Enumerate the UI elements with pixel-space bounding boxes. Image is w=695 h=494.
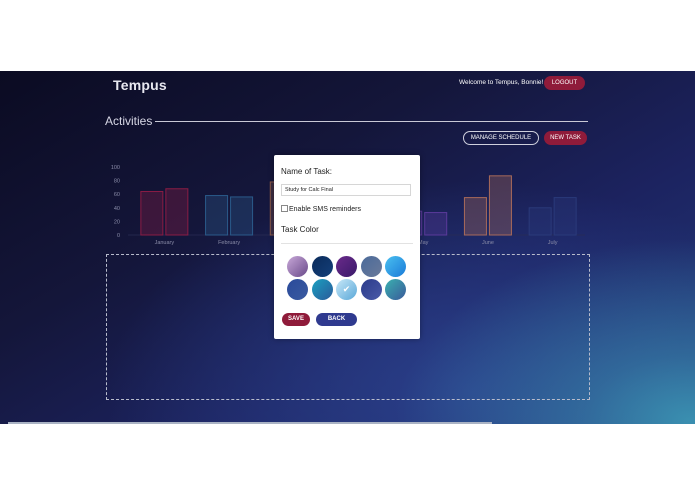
- back-button[interactable]: BACK: [316, 313, 357, 326]
- y-tick-label: 100: [111, 165, 120, 171]
- color-swatch[interactable]: [360, 256, 382, 277]
- color-swatch[interactable]: [311, 279, 333, 300]
- color-swatch[interactable]: [311, 256, 333, 277]
- bar-february-2: [230, 196, 254, 236]
- bar-july-1: [528, 207, 552, 236]
- x-tick-label: January: [155, 240, 175, 246]
- x-tick-label: June: [482, 240, 494, 246]
- color-swatch[interactable]: [360, 279, 382, 300]
- color-swatch[interactable]: [287, 256, 308, 277]
- sms-reminder-checkbox[interactable]: [281, 205, 288, 212]
- color-swatch[interactable]: [287, 279, 308, 300]
- scroll-indicator: [8, 422, 492, 424]
- color-swatch[interactable]: [336, 256, 357, 277]
- y-tick-label: 40: [114, 206, 120, 212]
- x-tick-label: July: [548, 240, 558, 246]
- check-icon: ✔: [342, 284, 351, 294]
- bar-june-1: [463, 197, 487, 236]
- bar-may-2: [424, 212, 448, 236]
- new-task-modal: Name of Task: Study for Calc Final Enabl…: [274, 155, 420, 339]
- task-name-input[interactable]: Study for Calc Final: [281, 184, 411, 196]
- y-tick-label: 60: [114, 192, 120, 198]
- y-tick-label: 80: [114, 179, 120, 185]
- bar-july-2: [553, 197, 577, 236]
- task-color-title: Task Color: [281, 225, 319, 234]
- y-tick-label: 0: [117, 233, 120, 239]
- color-swatch[interactable]: [385, 279, 406, 300]
- sms-reminder-label: Enable SMS reminders: [289, 206, 361, 213]
- bar-january-1: [140, 190, 164, 236]
- color-swatch[interactable]: ✔: [336, 279, 357, 300]
- task-name-label: Name of Task:: [281, 167, 332, 176]
- y-tick-label: 20: [114, 219, 120, 225]
- color-swatch[interactable]: [385, 256, 406, 277]
- bar-january-2: [165, 188, 189, 236]
- bar-february-1: [205, 195, 229, 236]
- bar-june-2: [488, 175, 512, 236]
- modal-divider: [281, 243, 413, 244]
- x-tick-label: February: [218, 240, 240, 246]
- save-button[interactable]: SAVE: [282, 313, 310, 326]
